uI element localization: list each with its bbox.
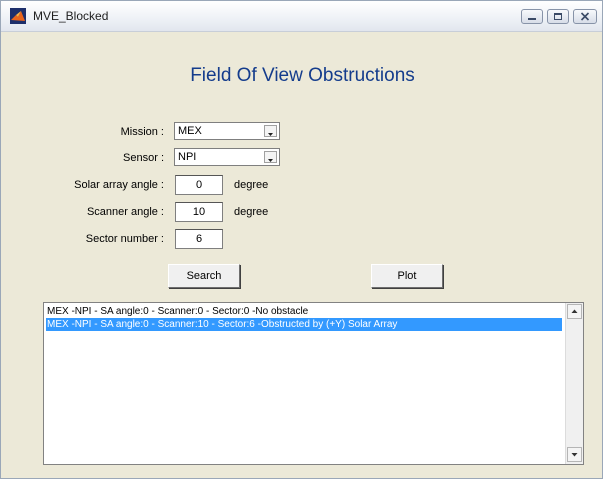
title-bar[interactable]: MVE_Blocked	[1, 1, 602, 32]
maximize-icon	[554, 13, 562, 20]
scanner-angle-field[interactable]: 10	[175, 202, 223, 222]
app-window: MVE_Blocked Field Of View Obstructions M…	[0, 0, 603, 479]
scanner-angle-label: Scanner angle :	[86, 206, 164, 218]
close-button[interactable]	[573, 9, 597, 24]
sector-number-field[interactable]: 6	[175, 229, 223, 249]
minimize-icon	[528, 18, 536, 20]
maximize-button[interactable]	[547, 9, 569, 24]
arrow-down-icon	[571, 453, 578, 457]
scroll-up-button[interactable]	[567, 304, 582, 319]
vertical-scrollbar[interactable]	[565, 303, 583, 464]
chevron-down-icon[interactable]	[264, 125, 277, 137]
sector-number-label: Sector number :	[85, 233, 164, 245]
mission-value: MEX	[178, 125, 202, 137]
results-listbox[interactable]: MEX -NPI - SA angle:0 - Scanner:0 - Sect…	[43, 302, 584, 465]
minimize-button[interactable]	[521, 9, 543, 24]
arrow-up-icon	[571, 309, 578, 313]
scroll-down-button[interactable]	[567, 447, 582, 462]
sensor-label: Sensor :	[123, 152, 164, 164]
mission-select[interactable]: MEX	[174, 122, 280, 140]
search-button[interactable]: Search	[168, 264, 240, 288]
list-item[interactable]: MEX -NPI - SA angle:0 - Scanner:0 - Sect…	[46, 305, 308, 318]
mission-label: Mission :	[120, 126, 164, 138]
solar-array-angle-unit: degree	[234, 179, 269, 191]
list-item-selected[interactable]: MEX -NPI - SA angle:0 - Scanner:10 - Sec…	[46, 318, 562, 331]
page-title: Field Of View Obstructions	[190, 65, 415, 86]
solar-array-angle-label: Solar array angle :	[74, 179, 164, 191]
window-title: MVE_Blocked	[33, 9, 109, 23]
close-icon	[580, 12, 590, 21]
plot-button[interactable]: Plot	[371, 264, 443, 288]
matlab-app-icon[interactable]	[10, 8, 26, 24]
scanner-angle-unit: degree	[234, 206, 269, 218]
sensor-value: NPI	[178, 151, 197, 163]
sensor-select[interactable]: NPI	[174, 148, 280, 166]
solar-array-angle-field[interactable]: 0	[175, 175, 223, 195]
chevron-down-icon[interactable]	[264, 151, 277, 163]
